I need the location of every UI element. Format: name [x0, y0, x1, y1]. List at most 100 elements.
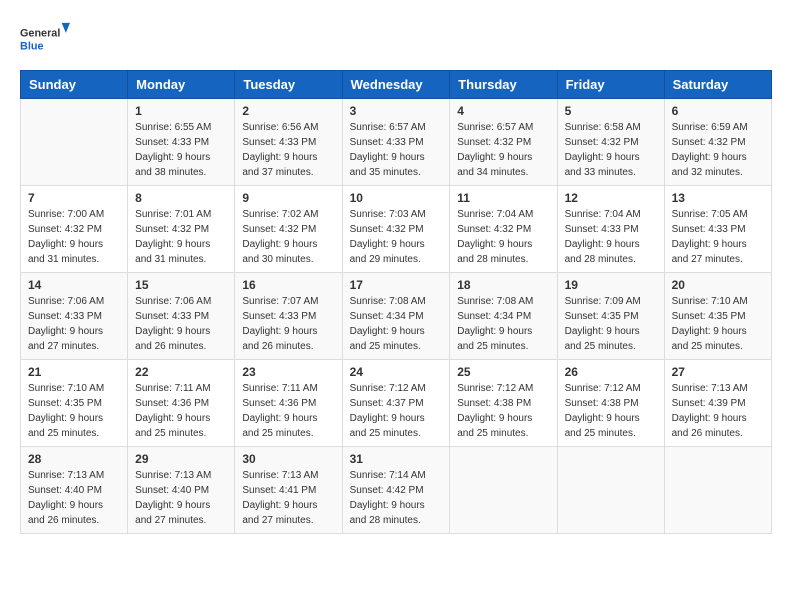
- day-number: 8: [135, 191, 227, 205]
- week-row-2: 7 Sunrise: 7:00 AMSunset: 4:32 PMDaylight…: [21, 186, 772, 273]
- day-info: Sunrise: 7:13 AMSunset: 4:40 PMDaylight:…: [135, 468, 227, 528]
- calendar-cell: 8 Sunrise: 7:01 AMSunset: 4:32 PMDaylight…: [128, 186, 235, 273]
- calendar-cell: 9 Sunrise: 7:02 AMSunset: 4:32 PMDaylight…: [235, 186, 342, 273]
- calendar-cell: 12 Sunrise: 7:04 AMSunset: 4:33 PMDayligh…: [557, 186, 664, 273]
- day-number: 13: [672, 191, 764, 205]
- day-info: Sunrise: 7:12 AMSunset: 4:38 PMDaylight:…: [457, 381, 549, 441]
- day-number: 4: [457, 104, 549, 118]
- calendar-cell: 14 Sunrise: 7:06 AMSunset: 4:33 PMDayligh…: [21, 273, 128, 360]
- header-cell-friday: Friday: [557, 71, 664, 99]
- day-info: Sunrise: 7:10 AMSunset: 4:35 PMDaylight:…: [672, 294, 764, 354]
- calendar-cell: [21, 99, 128, 186]
- calendar-cell: 11 Sunrise: 7:04 AMSunset: 4:32 PMDayligh…: [450, 186, 557, 273]
- day-info: Sunrise: 7:08 AMSunset: 4:34 PMDaylight:…: [350, 294, 443, 354]
- day-info: Sunrise: 7:13 AMSunset: 4:39 PMDaylight:…: [672, 381, 764, 441]
- calendar-cell: 29Sunrise: 7:13 AMSunset: 4:40 PMDayligh…: [128, 447, 235, 534]
- calendar-cell: 3Sunrise: 6:57 AMSunset: 4:33 PMDaylight…: [342, 99, 450, 186]
- week-row-3: 14 Sunrise: 7:06 AMSunset: 4:33 PMDayligh…: [21, 273, 772, 360]
- calendar-cell: 13 Sunrise: 7:05 AMSunset: 4:33 PMDayligh…: [664, 186, 771, 273]
- day-number: 11: [457, 191, 549, 205]
- svg-text:General: General: [20, 27, 60, 39]
- day-info: Sunrise: 7:14 AMSunset: 4:42 PMDaylight:…: [350, 468, 443, 528]
- day-number: 20: [672, 278, 764, 292]
- calendar-cell: 2Sunrise: 6:56 AMSunset: 4:33 PMDaylight…: [235, 99, 342, 186]
- day-info: Sunrise: 7:06 AMSunset: 4:33 PMDaylight:…: [135, 294, 227, 354]
- calendar-cell: 19 Sunrise: 7:09 AMSunset: 4:35 PMDayligh…: [557, 273, 664, 360]
- day-info: Sunrise: 7:06 AMSunset: 4:33 PMDaylight:…: [28, 294, 120, 354]
- day-info: Sunrise: 6:56 AMSunset: 4:33 PMDaylight:…: [242, 120, 334, 180]
- calendar-cell: 18 Sunrise: 7:08 AMSunset: 4:34 PMDayligh…: [450, 273, 557, 360]
- day-info: Sunrise: 7:12 AMSunset: 4:38 PMDaylight:…: [565, 381, 657, 441]
- calendar-cell: 7 Sunrise: 7:00 AMSunset: 4:32 PMDaylight…: [21, 186, 128, 273]
- day-info: Sunrise: 6:59 AMSunset: 4:32 PMDaylight:…: [672, 120, 764, 180]
- day-info: Sunrise: 7:11 AMSunset: 4:36 PMDaylight:…: [135, 381, 227, 441]
- calendar-cell: 20 Sunrise: 7:10 AMSunset: 4:35 PMDayligh…: [664, 273, 771, 360]
- day-number: 30: [242, 452, 334, 466]
- day-info: Sunrise: 7:02 AMSunset: 4:32 PMDaylight:…: [242, 207, 334, 267]
- day-info: Sunrise: 6:58 AMSunset: 4:32 PMDaylight:…: [565, 120, 657, 180]
- calendar-cell: 10Sunrise: 7:03 AMSunset: 4:32 PMDayligh…: [342, 186, 450, 273]
- day-number: 25: [457, 365, 549, 379]
- day-number: 22: [135, 365, 227, 379]
- day-info: Sunrise: 7:08 AMSunset: 4:34 PMDaylight:…: [457, 294, 549, 354]
- day-info: Sunrise: 7:11 AMSunset: 4:36 PMDaylight:…: [242, 381, 334, 441]
- calendar-cell: 23 Sunrise: 7:11 AMSunset: 4:36 PMDayligh…: [235, 360, 342, 447]
- day-number: 1: [135, 104, 227, 118]
- day-number: 12: [565, 191, 657, 205]
- day-info: Sunrise: 7:00 AMSunset: 4:32 PMDaylight:…: [28, 207, 120, 267]
- logo-svg: General Blue: [20, 20, 70, 60]
- day-info: Sunrise: 7:07 AMSunset: 4:33 PMDaylight:…: [242, 294, 334, 354]
- header-cell-wednesday: Wednesday: [342, 71, 450, 99]
- calendar-cell: 27 Sunrise: 7:13 AMSunset: 4:39 PMDayligh…: [664, 360, 771, 447]
- calendar-cell: [450, 447, 557, 534]
- day-number: 18: [457, 278, 549, 292]
- day-number: 7: [28, 191, 120, 205]
- calendar-cell: 26 Sunrise: 7:12 AMSunset: 4:38 PMDayligh…: [557, 360, 664, 447]
- header-cell-monday: Monday: [128, 71, 235, 99]
- day-info: Sunrise: 7:09 AMSunset: 4:35 PMDaylight:…: [565, 294, 657, 354]
- calendar-cell: 17 Sunrise: 7:08 AMSunset: 4:34 PMDayligh…: [342, 273, 450, 360]
- day-number: 17: [350, 278, 443, 292]
- day-number: 14: [28, 278, 120, 292]
- calendar-cell: 4 Sunrise: 6:57 AMSunset: 4:32 PMDaylight…: [450, 99, 557, 186]
- day-info: Sunrise: 7:12 AMSunset: 4:37 PMDaylight:…: [350, 381, 443, 441]
- week-row-5: 28Sunrise: 7:13 AMSunset: 4:40 PMDayligh…: [21, 447, 772, 534]
- calendar-header-row: SundayMondayTuesdayWednesdayThursdayFrid…: [21, 71, 772, 99]
- day-number: 16: [242, 278, 334, 292]
- day-info: Sunrise: 7:04 AMSunset: 4:33 PMDaylight:…: [565, 207, 657, 267]
- calendar-cell: 5Sunrise: 6:58 AMSunset: 4:32 PMDaylight…: [557, 99, 664, 186]
- day-info: Sunrise: 7:04 AMSunset: 4:32 PMDaylight:…: [457, 207, 549, 267]
- header-cell-sunday: Sunday: [21, 71, 128, 99]
- day-info: Sunrise: 7:10 AMSunset: 4:35 PMDaylight:…: [28, 381, 120, 441]
- calendar-cell: 6 Sunrise: 6:59 AMSunset: 4:32 PMDaylight…: [664, 99, 771, 186]
- day-number: 15: [135, 278, 227, 292]
- day-number: 6: [672, 104, 764, 118]
- day-number: 9: [242, 191, 334, 205]
- header: General Blue: [20, 20, 772, 60]
- calendar-cell: 28Sunrise: 7:13 AMSunset: 4:40 PMDayligh…: [21, 447, 128, 534]
- day-number: 3: [350, 104, 443, 118]
- header-cell-saturday: Saturday: [664, 71, 771, 99]
- calendar-table: SundayMondayTuesdayWednesdayThursdayFrid…: [20, 70, 772, 534]
- calendar-cell: 30Sunrise: 7:13 AMSunset: 4:41 PMDayligh…: [235, 447, 342, 534]
- week-row-1: 1Sunrise: 6:55 AMSunset: 4:33 PMDaylight…: [21, 99, 772, 186]
- svg-text:Blue: Blue: [20, 41, 43, 53]
- day-info: Sunrise: 7:05 AMSunset: 4:33 PMDaylight:…: [672, 207, 764, 267]
- day-number: 19: [565, 278, 657, 292]
- day-number: 26: [565, 365, 657, 379]
- day-number: 23: [242, 365, 334, 379]
- week-row-4: 21Sunrise: 7:10 AMSunset: 4:35 PMDayligh…: [21, 360, 772, 447]
- calendar-cell: 25 Sunrise: 7:12 AMSunset: 4:38 PMDayligh…: [450, 360, 557, 447]
- calendar-cell: [664, 447, 771, 534]
- day-info: Sunrise: 7:01 AMSunset: 4:32 PMDaylight:…: [135, 207, 227, 267]
- calendar-cell: 21Sunrise: 7:10 AMSunset: 4:35 PMDayligh…: [21, 360, 128, 447]
- calendar-cell: 24 Sunrise: 7:12 AMSunset: 4:37 PMDayligh…: [342, 360, 450, 447]
- day-info: Sunrise: 6:57 AMSunset: 4:32 PMDaylight:…: [457, 120, 549, 180]
- day-number: 27: [672, 365, 764, 379]
- day-number: 24: [350, 365, 443, 379]
- calendar-cell: 16 Sunrise: 7:07 AMSunset: 4:33 PMDayligh…: [235, 273, 342, 360]
- calendar-cell: 1Sunrise: 6:55 AMSunset: 4:33 PMDaylight…: [128, 99, 235, 186]
- header-cell-thursday: Thursday: [450, 71, 557, 99]
- day-number: 10: [350, 191, 443, 205]
- header-cell-tuesday: Tuesday: [235, 71, 342, 99]
